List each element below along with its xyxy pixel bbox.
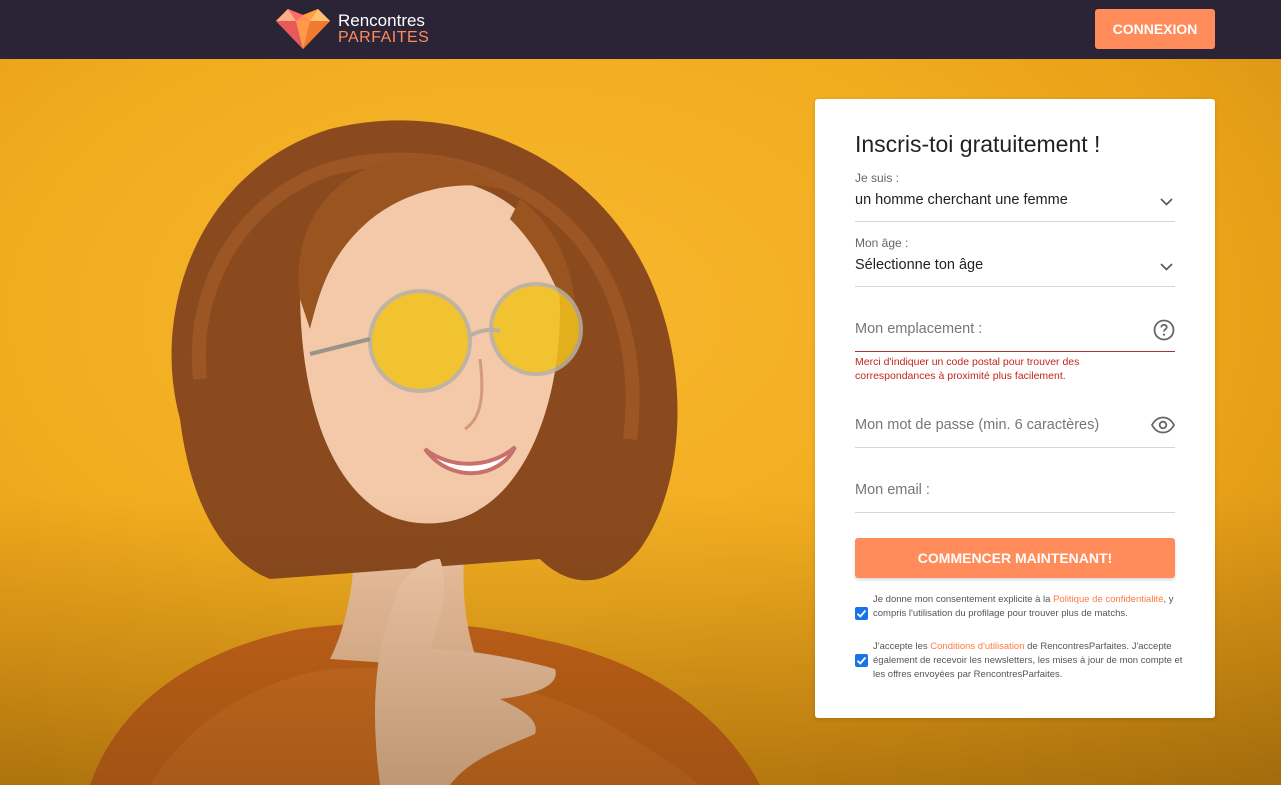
age-select[interactable]: Mon âge : Sélectionne ton âge <box>855 236 1175 287</box>
check-icon <box>856 656 867 665</box>
top-bar: Rencontres PARFAITES CONNEXION <box>0 0 1281 59</box>
eye-icon[interactable] <box>1151 416 1175 434</box>
consent1-before: Je donne mon consentement explicite à la <box>873 594 1054 605</box>
chevron-down-icon <box>1160 198 1173 206</box>
signup-card: Inscris-toi gratuitement ! Je suis : un … <box>815 99 1215 718</box>
login-button[interactable]: CONNEXION <box>1095 9 1215 49</box>
password-input[interactable]: Mon mot de passe (min. 6 caractères) <box>855 416 1175 448</box>
gender-label: Je suis : <box>855 171 900 185</box>
location-input[interactable]: Mon emplacement : <box>855 319 1175 352</box>
terms-consent: J'accepte les Conditions d'utilisation d… <box>855 640 1185 682</box>
location-placeholder: Mon emplacement : <box>855 321 983 337</box>
email-placeholder: Mon email : <box>855 482 930 498</box>
age-label: Mon âge : <box>855 236 909 250</box>
terms-of-use-link[interactable]: Conditions d'utilisation <box>930 641 1024 652</box>
logo-line2: PARFAITES <box>338 29 430 46</box>
privacy-checkbox[interactable] <box>855 607 868 620</box>
consent2-before: J'accepte les <box>873 641 931 652</box>
check-icon <box>856 609 867 618</box>
privacy-consent: Je donne mon consentement explicite à la… <box>855 593 1185 621</box>
age-value: Sélectionne ton âge <box>855 257 984 273</box>
privacy-policy-link[interactable]: Politique de confidentialité <box>1053 594 1163 605</box>
gender-select[interactable]: Je suis : un homme cherchant une femme <box>855 171 1175 222</box>
email-input[interactable]: Mon email : <box>855 482 1175 513</box>
start-now-button[interactable]: COMMENCER MAINTENANT! <box>855 538 1175 578</box>
gender-value: un homme cherchant une femme <box>855 192 1068 208</box>
chevron-down-icon <box>1160 263 1173 271</box>
site-logo[interactable]: Rencontres PARFAITES <box>276 9 429 49</box>
logo-line1: Rencontres <box>338 11 425 30</box>
help-icon[interactable] <box>1153 319 1175 341</box>
heart-gem-logo-icon <box>276 9 330 49</box>
terms-checkbox[interactable] <box>855 654 868 667</box>
signup-title: Inscris-toi gratuitement ! <box>855 131 1101 157</box>
password-placeholder: Mon mot de passe (min. 6 caractères) <box>855 417 1100 433</box>
location-error: Merci d'indiquer un code postal pour tro… <box>855 356 1080 382</box>
